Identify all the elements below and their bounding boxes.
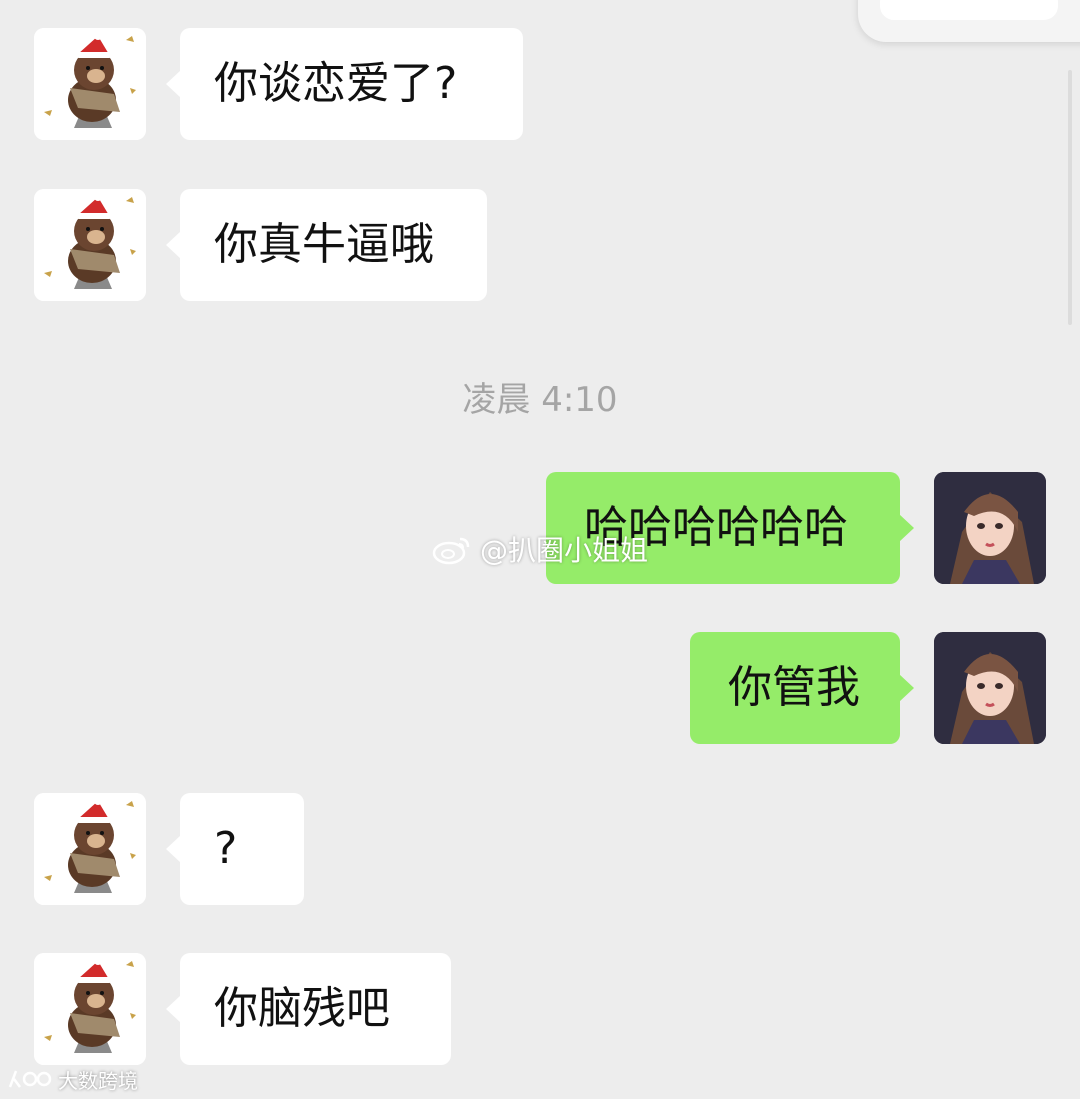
message-bubble-incoming[interactable]: 你真牛逼哦 xyxy=(166,189,487,301)
bear-avatar[interactable] xyxy=(34,189,146,301)
anime-girl-avatar-icon xyxy=(934,472,1046,584)
anime-girl-avatar-icon xyxy=(934,632,1046,744)
timestamp: 凌晨 4:10 xyxy=(462,380,618,420)
weibo-logo-icon xyxy=(432,537,470,565)
brown-bear-avatar-icon xyxy=(34,28,146,140)
chat-window: 你谈恋爱了? 你真牛逼哦 凌晨 4:10 哈哈哈哈哈哈 你管我 ? 你脑残吧 @… xyxy=(0,0,1080,1099)
message-bubble-incoming[interactable]: 你谈恋爱了? xyxy=(166,28,523,140)
weibo-watermark: @扒圈小姐姐 xyxy=(432,528,648,570)
bear-avatar[interactable] xyxy=(34,953,146,1065)
bear-avatar[interactable] xyxy=(34,28,146,140)
brown-bear-avatar-icon xyxy=(34,189,146,301)
girl-avatar[interactable] xyxy=(934,472,1046,584)
brand-logo-icon xyxy=(8,1070,52,1088)
scrollbar[interactable] xyxy=(1068,70,1072,325)
floating-card[interactable] xyxy=(858,0,1080,42)
floating-card-input[interactable] xyxy=(880,0,1058,20)
weibo-handle: @扒圈小姐姐 xyxy=(480,534,649,567)
message-bubble-incoming[interactable]: ? xyxy=(166,793,304,905)
brand-watermark: 大数跨境 xyxy=(8,1064,138,1094)
bear-avatar[interactable] xyxy=(34,793,146,905)
brown-bear-avatar-icon xyxy=(34,793,146,905)
message-bubble-outgoing[interactable]: 你管我 xyxy=(690,632,914,744)
girl-avatar[interactable] xyxy=(934,632,1046,744)
message-bubble-incoming[interactable]: 你脑残吧 xyxy=(166,953,451,1065)
brand-name: 大数跨境 xyxy=(58,1068,138,1093)
brown-bear-avatar-icon xyxy=(34,953,146,1065)
